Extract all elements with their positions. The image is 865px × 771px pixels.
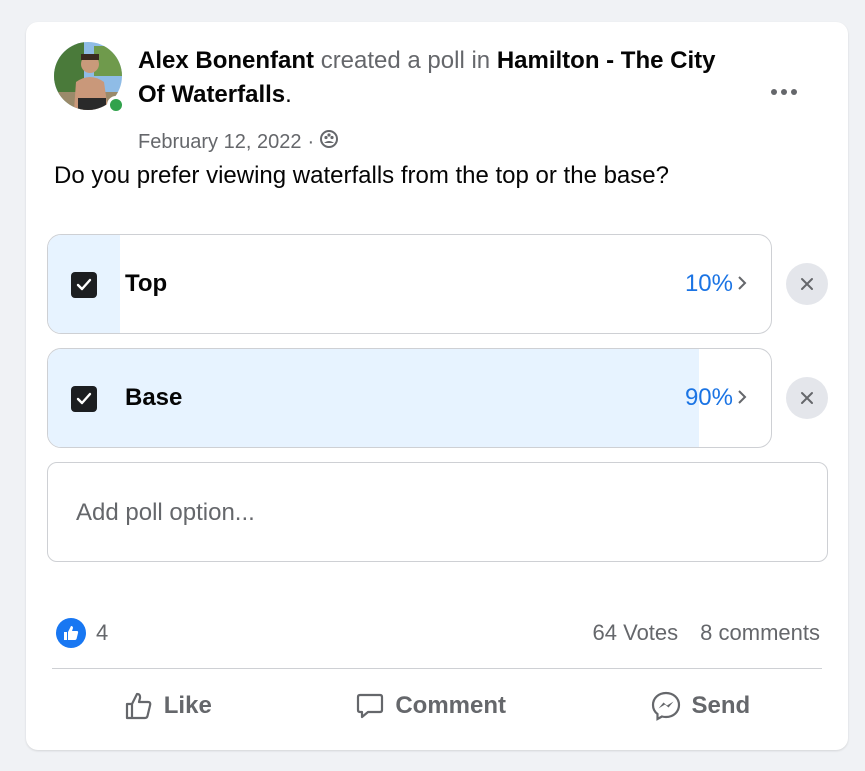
remove-vote-button[interactable] bbox=[786, 377, 828, 419]
post-stats: 4 64 Votes 8 comments bbox=[56, 618, 820, 648]
post-headline: Alex Bonenfant created a poll in Hamilto… bbox=[138, 44, 738, 112]
thumbs-up-icon bbox=[125, 692, 152, 720]
more-options-icon[interactable] bbox=[764, 80, 804, 104]
poll-option-percent-value: 90% bbox=[684, 384, 733, 411]
meta-separator: · bbox=[307, 130, 315, 153]
group-icon bbox=[320, 130, 339, 154]
chevron-right-icon bbox=[737, 385, 747, 411]
like-label: Like bbox=[163, 692, 212, 719]
poll-option-top[interactable]: Top 10% bbox=[47, 234, 772, 334]
poll-option-percent-value: 10% bbox=[684, 270, 733, 297]
post-card: Alex Bonenfant created a poll in Hamilto… bbox=[26, 22, 848, 750]
poll-option-percent[interactable]: 90% bbox=[685, 384, 747, 412]
divider bbox=[52, 668, 822, 669]
comment-button[interactable]: Comment bbox=[335, 683, 526, 729]
checkbox-checked-icon[interactable] bbox=[71, 272, 97, 298]
poll-option-label: Base bbox=[125, 384, 183, 411]
online-status-indicator bbox=[107, 96, 125, 114]
post-header: Alex Bonenfant created a poll in Hamilto… bbox=[54, 42, 814, 154]
poll-option-percent[interactable]: 10% bbox=[685, 270, 747, 298]
add-poll-option[interactable] bbox=[47, 462, 828, 562]
poll-option-label: Top bbox=[125, 270, 168, 297]
poll-question: Do you prefer viewing waterfalls from th… bbox=[54, 162, 669, 189]
send-button[interactable]: Send bbox=[630, 682, 771, 730]
comments-count[interactable]: 8 comments bbox=[700, 620, 820, 646]
poll-option-base[interactable]: Base 90% bbox=[47, 348, 772, 448]
post-actions: Like Comment Send bbox=[52, 678, 822, 734]
remove-vote-button[interactable] bbox=[786, 263, 828, 305]
author-name-link[interactable]: Alex Bonenfant bbox=[138, 47, 314, 74]
like-button[interactable]: Like bbox=[104, 683, 232, 729]
checkbox-checked-icon[interactable] bbox=[71, 386, 97, 412]
headline-period: . bbox=[285, 81, 292, 108]
close-icon bbox=[801, 392, 813, 404]
chevron-right-icon bbox=[737, 271, 747, 297]
send-label: Send bbox=[691, 692, 751, 719]
add-poll-option-input[interactable] bbox=[76, 493, 776, 533]
post-meta: February 12, 2022 · bbox=[138, 130, 339, 154]
close-icon bbox=[801, 278, 813, 290]
comment-icon bbox=[357, 693, 384, 719]
action-text: created a poll in bbox=[320, 47, 491, 74]
messenger-icon bbox=[651, 691, 680, 721]
votes-count[interactable]: 64 Votes bbox=[593, 620, 679, 646]
like-reaction-icon[interactable] bbox=[56, 618, 86, 648]
reaction-count[interactable]: 4 bbox=[96, 620, 108, 646]
post-date-link[interactable]: February 12, 2022 bbox=[138, 131, 301, 154]
stats-right: 64 Votes 8 comments bbox=[593, 620, 820, 646]
comment-label: Comment bbox=[395, 692, 506, 719]
